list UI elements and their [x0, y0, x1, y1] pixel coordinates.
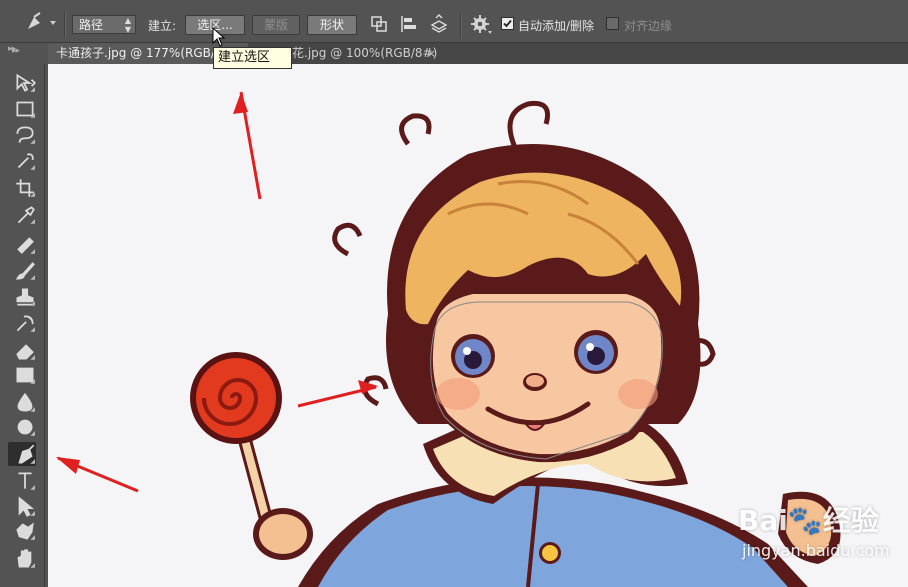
toolbar-grip-icon[interactable]: ▸▸: [12, 46, 26, 56]
tool-group-indicator: ◢: [30, 218, 35, 225]
tab-label: 卡通孩子.jpg @ 177%(RGB/8: [56, 46, 223, 60]
select-arrows-icon: ▲ ▼: [124, 16, 131, 34]
move-tool-button[interactable]: ◢: [8, 70, 37, 94]
history-brush-tool-button[interactable]: ◢: [8, 310, 36, 334]
tool-group-indicator: ◢: [30, 534, 35, 541]
blur-tool-button[interactable]: ◢: [8, 390, 36, 414]
tool-group-indicator: ◢: [30, 86, 35, 93]
dodge-tool-button[interactable]: ◢: [8, 414, 36, 438]
tool-group-indicator: ◢: [30, 300, 35, 307]
eraser-tool-button[interactable]: ◢: [8, 338, 36, 362]
tool-group-indicator: ◢: [30, 326, 35, 333]
pen-tool-button[interactable]: ◢: [8, 442, 36, 466]
tab-label: 花.jpg @ 100%(RGB/8#): [292, 46, 438, 60]
tool-group-indicator: ◢: [30, 484, 35, 491]
marquee-tool-button[interactable]: ◢: [8, 96, 36, 120]
tool-group-indicator: ◢: [30, 112, 35, 119]
options-bar: 路径 ▲ ▼ 建立: 选区... 蒙版 形状 自动添加/删除 对齐边缘: [0, 0, 908, 43]
tool-group-indicator: ◢: [30, 458, 35, 465]
auto-add-delete-checkbox[interactable]: [501, 17, 514, 30]
eyedropper-tool-button[interactable]: ◢: [8, 202, 36, 226]
path-arrangement-icon[interactable]: [427, 13, 451, 35]
gear-icon[interactable]: [470, 13, 494, 35]
type-tool-button[interactable]: ◢: [8, 468, 36, 492]
tool-group-indicator: ◢: [30, 274, 35, 281]
gradient-tool-button[interactable]: ◢: [8, 362, 36, 386]
tool-group-indicator: ◢: [30, 191, 35, 198]
watermark-url: jingyan.baidu.com: [742, 541, 890, 560]
tool-group-indicator: ◢: [30, 562, 35, 569]
tool-group-indicator: ◢: [30, 510, 35, 517]
quick-selection-tool-button[interactable]: ◢: [8, 148, 36, 172]
mouse-cursor-icon: [212, 27, 226, 47]
pen-tool-preset-icon[interactable]: [20, 11, 60, 33]
tool-group-indicator: ◢: [30, 406, 35, 413]
tool-group-indicator: ◢: [30, 248, 35, 255]
brush-tool-button[interactable]: ◢: [8, 258, 36, 282]
checkmark-icon: [503, 19, 512, 28]
make-mask-button[interactable]: 蒙版: [252, 15, 300, 35]
baidu-jingyan-watermark: Bai🐾经验 jingyan.baidu.com: [738, 499, 898, 569]
tool-group-indicator: ◢: [30, 138, 35, 145]
crop-tool-button[interactable]: ◢: [8, 175, 36, 199]
clone-stamp-tool-button[interactable]: ◢: [8, 284, 36, 308]
document-tab-bar: 卡通孩子.jpg @ 177%(RGB/8 花.jpg @ 100%(RGB/8…: [48, 43, 908, 64]
align-edges-label: 对齐边缘: [624, 19, 673, 33]
tab-flower[interactable]: 花.jpg @ 100%(RGB/8#) ×: [284, 43, 442, 64]
healing-brush-tool-button[interactable]: ◢: [8, 232, 36, 256]
separator: [460, 12, 462, 38]
custom-shape-tool-button[interactable]: ◢: [8, 518, 36, 542]
watermark-brand: Bai🐾经验: [738, 504, 879, 537]
align-edges-checkbox[interactable]: [606, 17, 619, 30]
tool-group-indicator: ◢: [30, 164, 35, 171]
path-selection-tool-button[interactable]: ◢: [8, 494, 36, 518]
make-selection-tooltip: 建立选区: [213, 47, 292, 69]
tool-group-indicator: ◢: [30, 378, 35, 385]
path-mode-select[interactable]: 路径 ▲ ▼: [72, 15, 136, 34]
tool-group-indicator: ◢: [30, 430, 35, 437]
make-label: 建立:: [148, 19, 177, 33]
path-alignment-icon[interactable]: [397, 13, 421, 35]
path-operations-icon[interactable]: [368, 13, 392, 35]
path-mode-value: 路径: [79, 18, 104, 32]
make-shape-button[interactable]: 形状: [307, 15, 357, 35]
auto-add-delete-label: 自动添加/删除: [518, 19, 595, 33]
tool-group-indicator: ◢: [30, 354, 35, 361]
lasso-tool-button[interactable]: ◢: [8, 122, 36, 146]
close-icon[interactable]: ×: [427, 43, 436, 64]
document-canvas[interactable]: Bai🐾经验 jingyan.baidu.com: [48, 64, 908, 587]
hand-tool-button[interactable]: ◢: [8, 546, 36, 570]
separator: [64, 12, 66, 38]
